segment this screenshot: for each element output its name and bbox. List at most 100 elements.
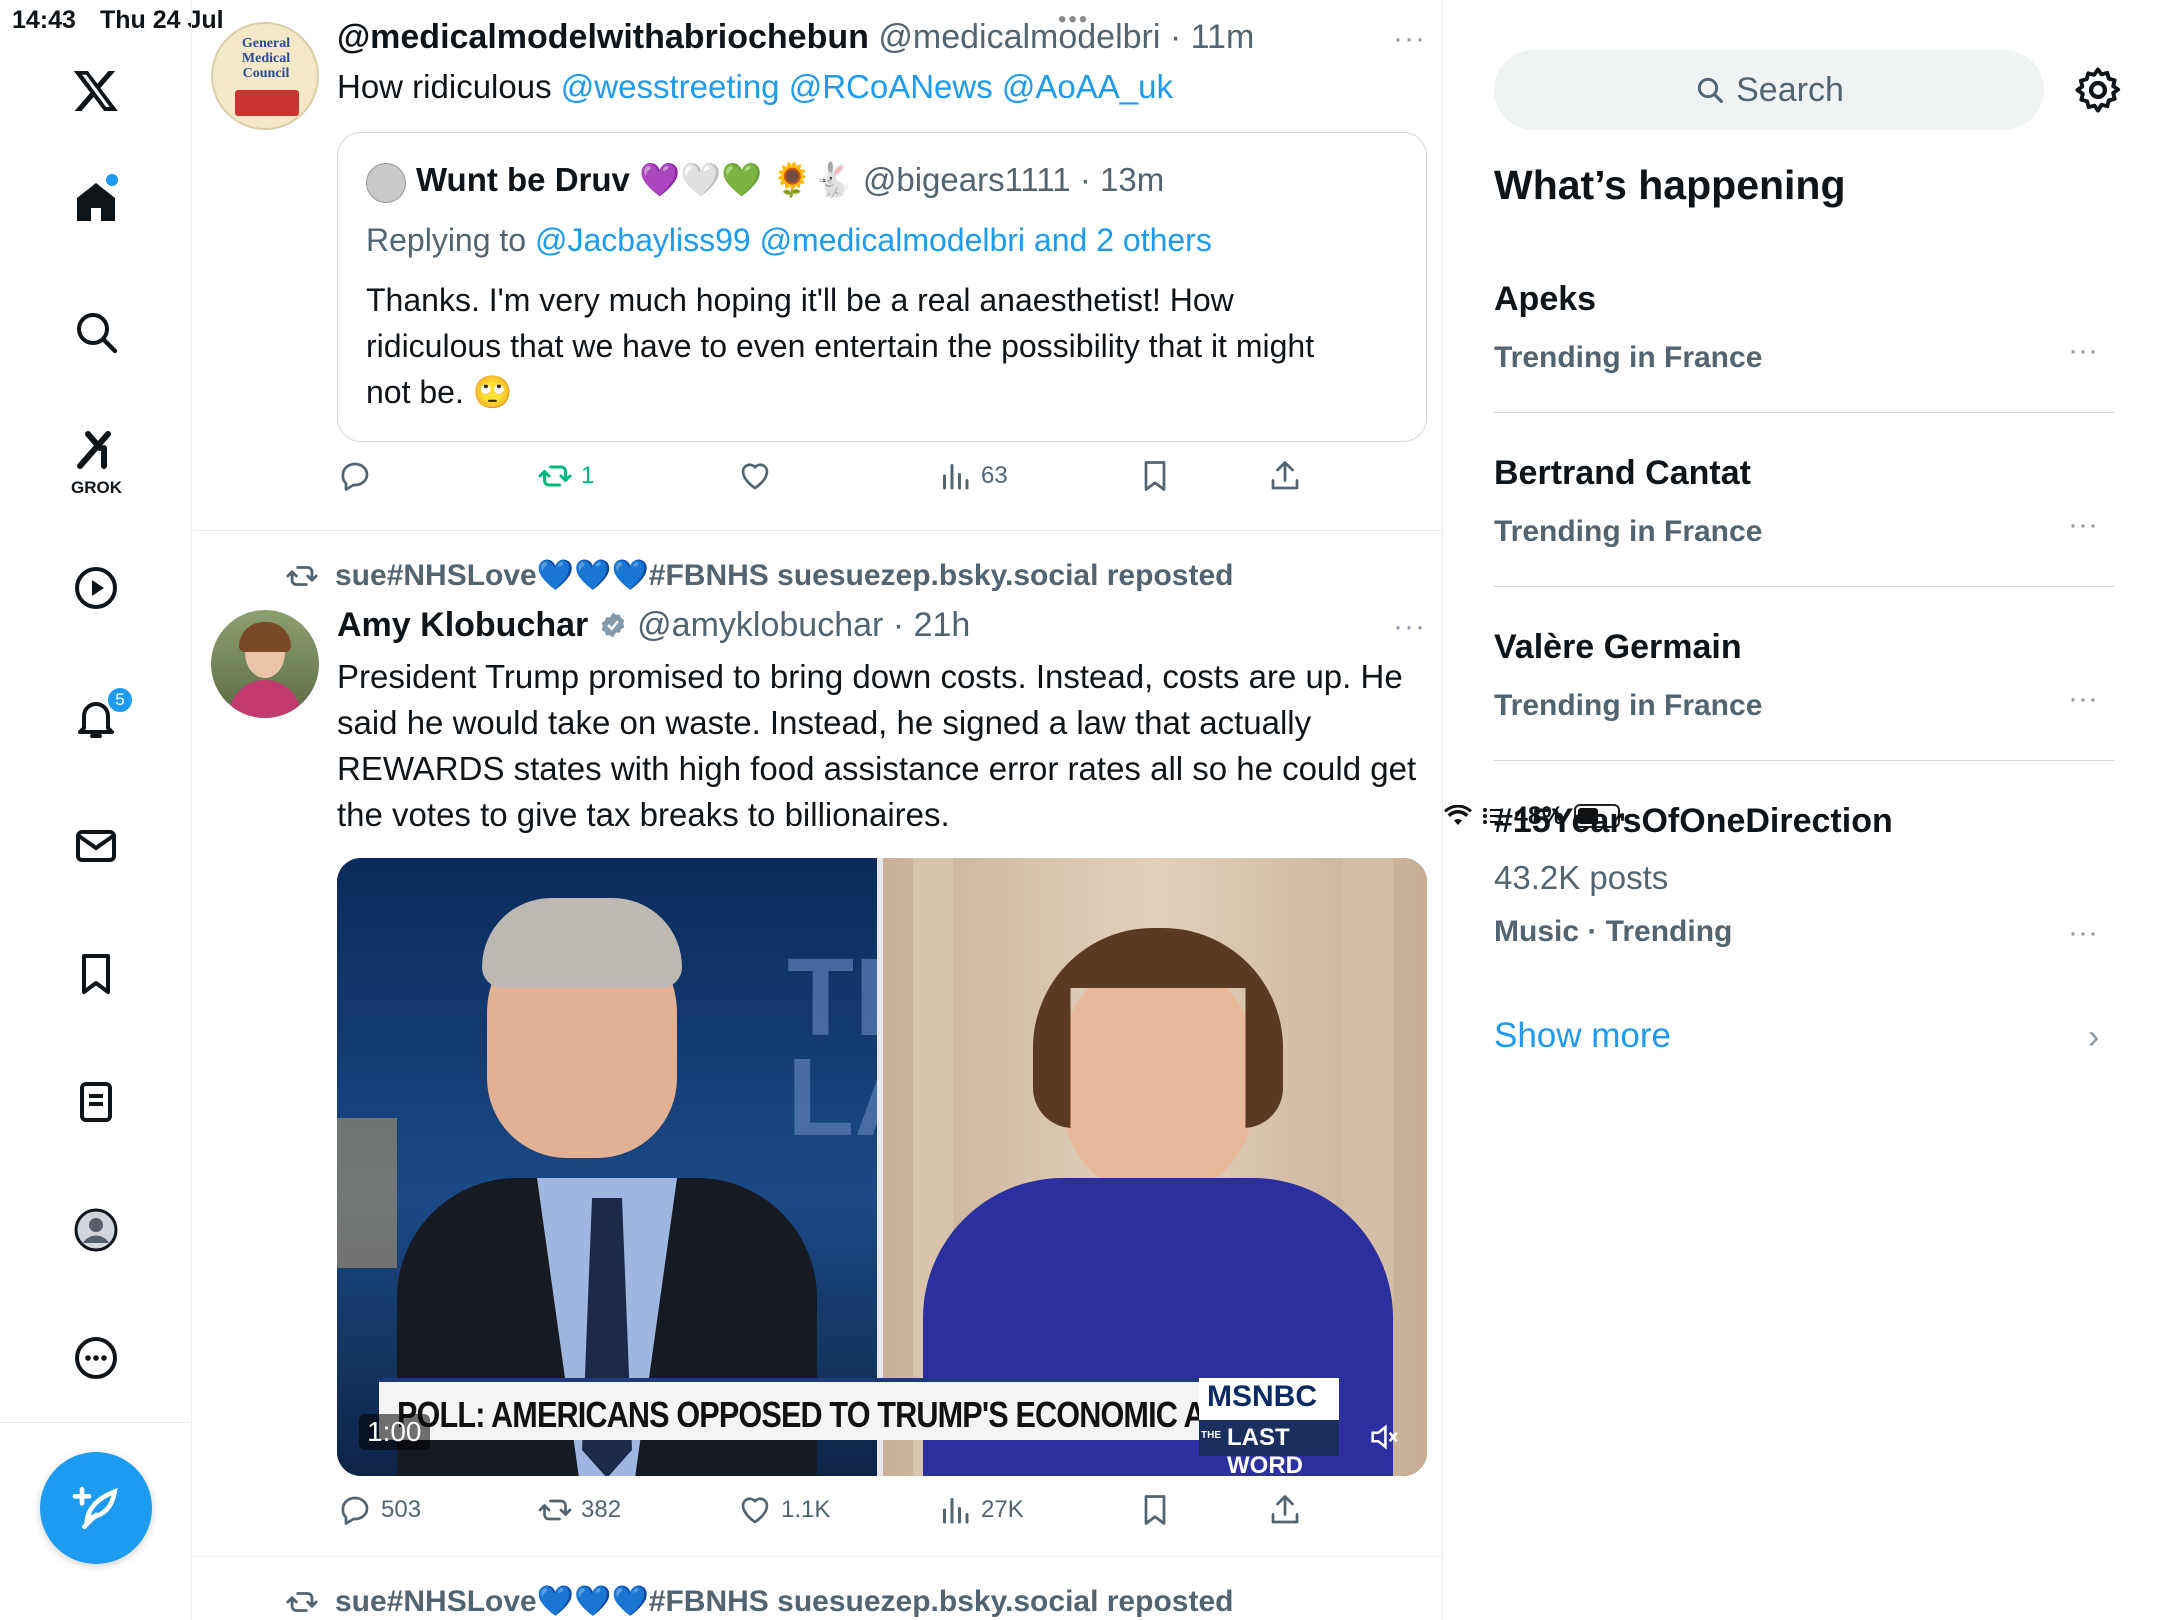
mail-icon[interactable] [66,816,126,876]
more-options-icon[interactable]: ··· [1393,22,1426,56]
show-name: LAST WORD [1227,1424,1303,1476]
repost-context-text[interactable]: sue#NHSLove💙💙💙#FBNHS suesuezep.bsky.soci… [335,558,1233,593]
bookmark-button[interactable] [1137,1492,1173,1528]
avatar[interactable] [211,610,319,718]
views-count: 63 [981,462,1008,489]
repost-count: 382 [581,1496,622,1523]
search-icon[interactable] [66,302,126,362]
list-icon[interactable] [66,1072,126,1132]
display-name[interactable]: @medicalmodelwithabriochebun [337,18,869,56]
trend-name: Apeks [1494,280,1597,318]
views-button[interactable]: 27K [937,1492,1024,1528]
tweet-actions: 1 63 [337,458,1337,506]
trend-item[interactable]: Bertrand Cantat Trending in France ··· [1494,454,2114,549]
views-button[interactable]: 63 [937,458,1008,494]
like-button[interactable]: 1.1K [737,1492,830,1528]
verified-badge-icon [601,612,624,638]
handle[interactable]: @medicalmodelbri [878,18,1160,56]
quoted-tweet[interactable]: Wunt be Druv 💜🤍💚 🌻🐇 @bigears1111 · 13m R… [337,132,1427,442]
tweet-actions: 503 382 1.1K 27K [337,1492,1337,1540]
avatar-text: General Medical Council [241,36,291,81]
timestamp[interactable]: 11m [1191,18,1255,56]
reply-icon [341,1496,369,1525]
bookmark-icon [1144,461,1166,491]
trend-more-icon[interactable]: ··· [2068,682,2098,716]
trend-name: #15YearsOfOneDirection [1494,802,1893,840]
share-button[interactable] [1267,1492,1303,1528]
timeline-feed: General Medical Council @medicalmodelwit… [193,0,1443,1620]
compose-feather-icon [72,1487,118,1529]
network-logo: MSNBC [1207,1380,1317,1413]
repost-icon [286,1591,318,1612]
right-sidebar: Search What’s happening Apeks Trending i… [1444,0,2160,1620]
repost-context-text[interactable]: sue#NHSLove💙💙💙#FBNHS suesuezep.bsky.soci… [335,1584,1233,1619]
repost-context: sue#NHSLove💙💙💙#FBNHS suesuezep.bsky.soci… [285,558,1233,593]
quote-handle: @bigears1111 [862,161,1071,198]
trend-more-icon[interactable]: ··· [2068,334,2098,368]
mentions-link[interactable]: @wesstreeting @RCoANews @AoAA_uk [561,68,1173,105]
like-button[interactable] [737,458,781,494]
more-options-icon[interactable]: ··· [1393,610,1426,644]
trend-post-count: 43.2K posts [1494,859,1669,896]
quote-emoji: 💜🤍💚 🌻🐇 [639,161,854,198]
more-icon[interactable] [66,1328,126,1388]
search-input[interactable]: Search [1494,50,2044,130]
trend-context: Music · Trending [1494,915,1733,948]
trend-item[interactable]: Apeks Trending in France ··· [1494,280,2114,375]
avatar[interactable]: General Medical Council [211,22,319,130]
trend-context: Trending in France [1494,341,1763,374]
mute-icon[interactable] [1367,1420,1401,1454]
timestamp[interactable]: 21h [914,606,971,644]
search-icon [1697,77,1724,103]
guest-face [1063,958,1253,1198]
profile-icon[interactable] [66,1200,126,1260]
like-count: 1.1K [781,1496,831,1523]
repost-icon [286,565,318,586]
repost-count: 1 [581,462,595,489]
bookmark-icon [1144,1495,1166,1525]
replying-to-link[interactable]: @Jacbayliss99 @medicalmodelbri and 2 oth… [535,222,1212,258]
video-backdrop-text: THE LA [787,948,877,1148]
trend-more-icon[interactable]: ··· [2068,508,2098,542]
repost-button[interactable]: 1 [537,458,594,494]
replying-to-label: Replying to [366,222,527,258]
quote-display-name: Wunt be Druv [416,161,630,198]
notifications-badge: 5 [106,686,134,714]
repost-icon [538,1499,572,1521]
trend-name: Bertrand Cantat [1494,454,1751,492]
show-more-link[interactable]: Show more [1494,1016,1671,1056]
grok-label: GROK [71,478,122,497]
trend-context: Trending in France [1494,515,1763,548]
video-player[interactable]: THE LA POLL: AMERICANS OPPOSED TO TRUMP'… [337,858,1427,1476]
bookmark-button[interactable] [1137,458,1173,494]
handle[interactable]: @amyklobuchar [637,606,883,644]
search-placeholder: Search [1736,70,1844,109]
home-unread-dot [106,174,118,186]
bookmark-icon[interactable] [66,944,126,1004]
grok-icon[interactable] [66,420,126,480]
reply-button[interactable]: 503 [337,1492,421,1528]
trend-item[interactable]: Valère Germain Trending in France ··· [1494,628,2114,723]
settings-gear-icon[interactable] [2072,64,2124,116]
reply-count: 503 [381,1496,422,1523]
chevron-right-icon: › [2088,1018,2100,1056]
x-logo-icon[interactable] [66,60,126,120]
share-icon [1271,461,1299,490]
video-icon[interactable] [66,558,126,618]
trend-item[interactable]: #15YearsOfOneDirection 43.2K posts Music… [1494,802,2114,949]
reply-button[interactable] [337,458,381,494]
repost-icon [538,465,572,487]
trend-more-icon[interactable]: ··· [2068,916,2098,950]
display-name[interactable]: Amy Klobuchar [337,606,588,644]
trend-name: Valère Germain [1494,628,1742,666]
whats-happening-title: What’s happening [1494,162,1846,208]
quote-avatar [366,163,406,203]
heart-icon [741,1497,769,1524]
trend-context: Trending in France [1494,689,1763,722]
heart-icon [741,463,769,490]
share-button[interactable] [1267,458,1303,494]
share-icon [1271,1495,1299,1524]
show-name-prefix: THE [1201,1430,1221,1441]
compose-button[interactable] [40,1452,152,1564]
repost-button[interactable]: 382 [537,1492,621,1528]
